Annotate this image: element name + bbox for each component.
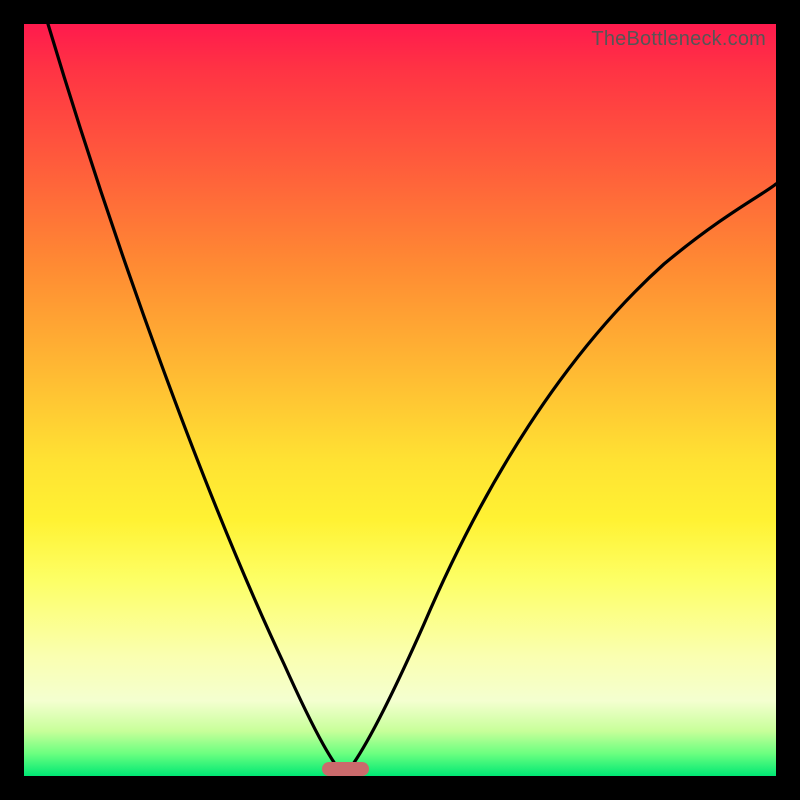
left-branch-curve — [48, 24, 344, 776]
chart-frame: TheBottleneck.com — [0, 0, 800, 800]
curve-svg — [24, 24, 776, 776]
plot-area: TheBottleneck.com — [24, 24, 776, 776]
optimal-marker — [322, 762, 369, 776]
right-branch-curve — [344, 184, 776, 776]
